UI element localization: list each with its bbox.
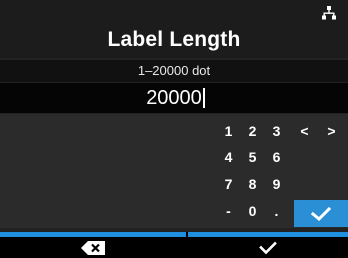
network-icon (322, 6, 336, 20)
key-6[interactable]: 6 (265, 146, 288, 168)
backspace-button[interactable] (0, 237, 186, 258)
key-4[interactable]: 4 (217, 146, 240, 168)
key-3[interactable]: 3 (265, 120, 288, 142)
decimal-point-key[interactable]: . (265, 200, 288, 222)
key-7[interactable]: 7 (217, 173, 240, 195)
check-icon (259, 241, 277, 254)
value-text: 20000 (146, 87, 202, 109)
backspace-icon (81, 240, 105, 255)
minus-key[interactable]: - (217, 200, 240, 222)
page-title: Label Length (107, 28, 241, 51)
key-1[interactable]: 1 (217, 120, 240, 142)
key-9[interactable]: 9 (265, 173, 288, 195)
label-length-screen: Label Length 1–20000 dot 20000 1 2 3 < >… (0, 0, 348, 258)
key-5[interactable]: 5 (241, 146, 264, 168)
key-8[interactable]: 8 (241, 173, 264, 195)
confirm-button[interactable] (188, 237, 348, 258)
cursor-left-key[interactable]: < (293, 120, 316, 142)
text-cursor (202, 88, 205, 108)
value-input-field[interactable]: 20000 (0, 83, 348, 113)
cursor-right-key[interactable]: > (320, 120, 343, 142)
key-2[interactable]: 2 (241, 120, 264, 142)
key-0[interactable]: 0 (241, 200, 264, 222)
enter-key[interactable] (294, 200, 348, 227)
header: Label Length (0, 0, 348, 58)
check-icon (311, 206, 331, 221)
range-label: 1–20000 dot (0, 60, 348, 82)
